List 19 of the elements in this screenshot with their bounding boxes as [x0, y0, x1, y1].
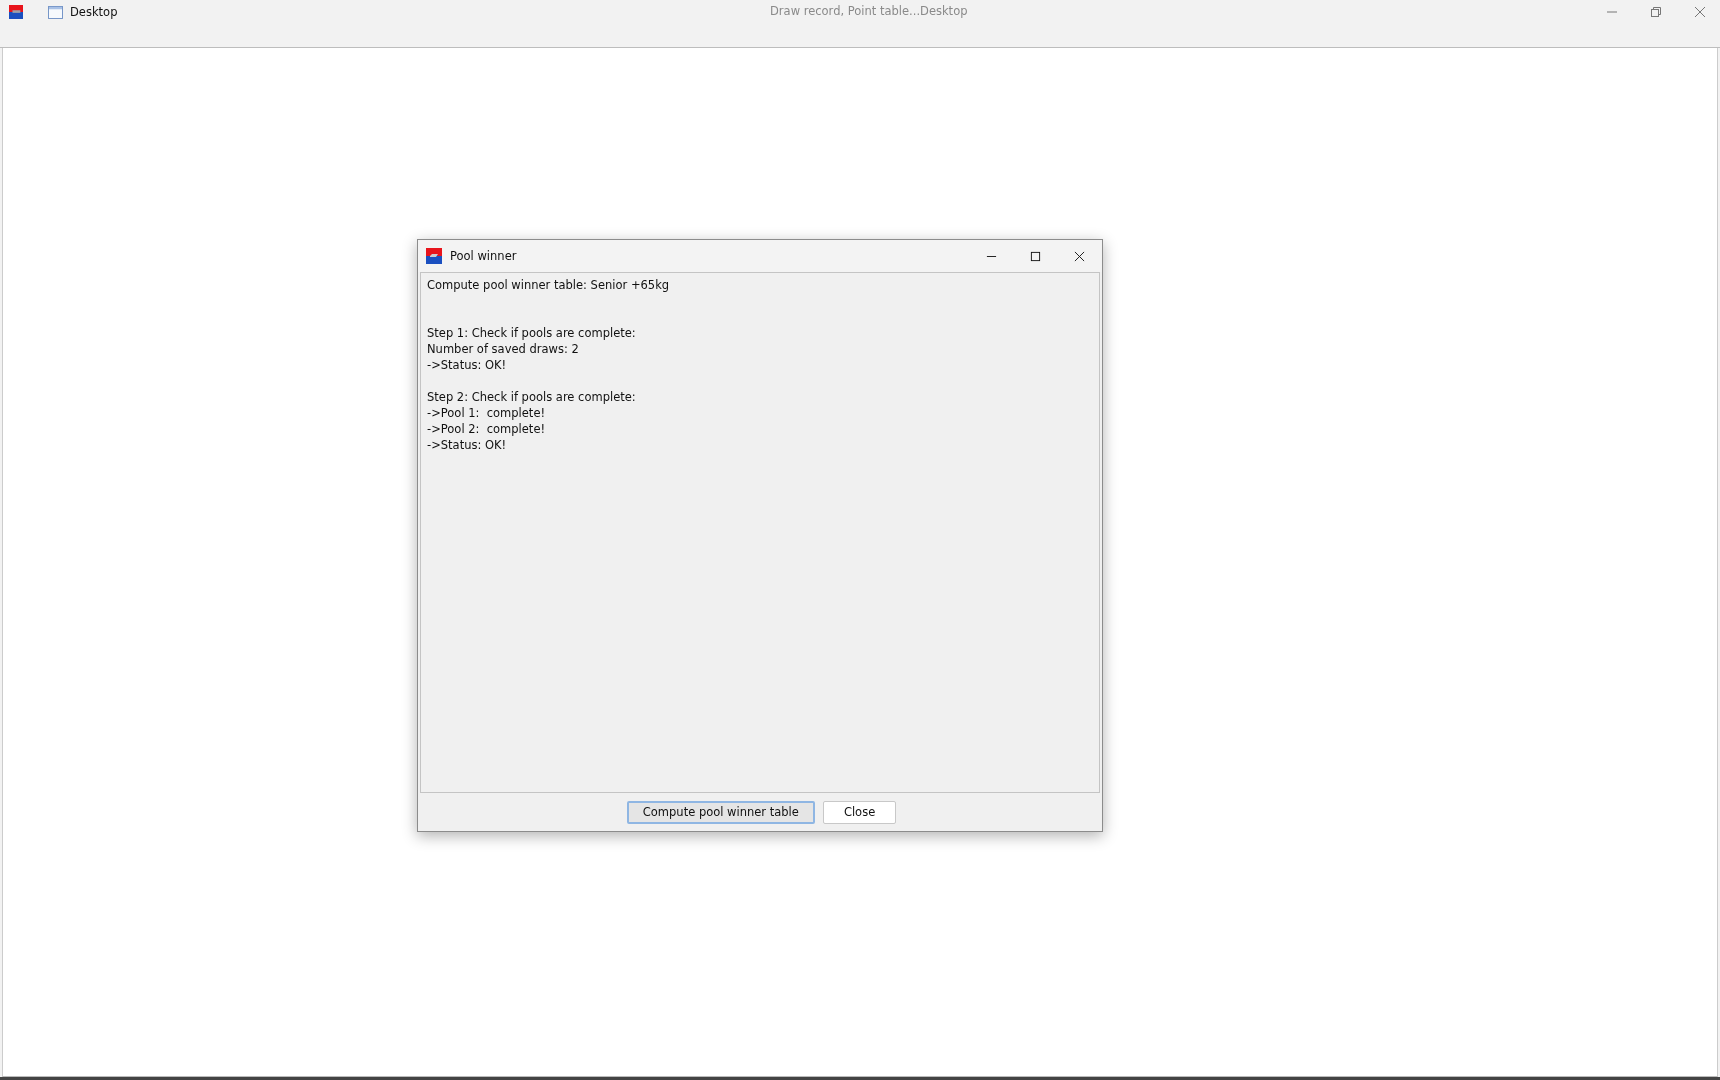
log-line: ->Pool 1: complete! — [427, 405, 547, 421]
dialog-button[interactable]: Close — [822, 800, 897, 824]
app-logo-icon — [426, 248, 442, 264]
log-line: ->Status: OK! — [427, 437, 508, 453]
dialog-button[interactable]: Compute pool winner table — [626, 800, 815, 824]
close-icon[interactable] — [1074, 250, 1085, 262]
log-line: ->Status: OK! — [427, 357, 508, 373]
dialog-title: Pool winner — [450, 249, 518, 263]
log-line: Number of saved draws: 2 — [427, 341, 580, 357]
window-title: Desktop — [70, 5, 118, 19]
log-line: Step 2: Check if pools are complete: — [427, 389, 637, 405]
log-line: Compute pool winner table: Senior +65kg — [427, 277, 671, 293]
window-icon — [48, 5, 63, 19]
app-logo-icon — [8, 5, 24, 19]
restore-icon[interactable] — [1650, 6, 1662, 18]
log-line: ->Pool 2: complete! — [427, 421, 547, 437]
log-line: Step 1: Check if pools are complete: — [427, 325, 637, 341]
window-subtitle: Draw record, Point table...Desktop — [770, 4, 968, 18]
maximize-icon[interactable] — [1030, 250, 1041, 262]
